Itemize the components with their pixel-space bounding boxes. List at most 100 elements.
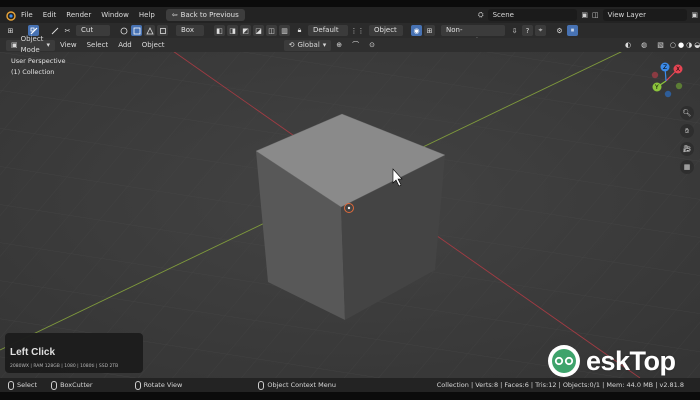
status-select: Select — [8, 380, 38, 390]
cube-icon-3[interactable]: ◩ — [240, 25, 251, 36]
menu-select[interactable]: Select — [82, 40, 114, 51]
menu-add[interactable]: Add — [113, 40, 137, 51]
circle-shape-icon[interactable] — [118, 25, 129, 36]
pivot-icon[interactable]: ⊕ — [331, 40, 347, 51]
tool-header: ⊞ ✂ Cut Box ◧ ◨ ◩ ◪ ◫ ▥ 🔒︎ Default ⋮⋮ Ob… — [0, 23, 700, 45]
view-layer-selector[interactable]: ◫ View Layer ▣ — [592, 9, 698, 21]
mouse-icon — [51, 380, 58, 390]
default-field[interactable]: Default — [308, 25, 348, 36]
xray-icon[interactable]: ▧ — [652, 40, 669, 51]
status-boxcutter: BoxCutter — [51, 380, 93, 390]
3d-viewport[interactable]: User Perspective (1) Collection X Y Z 🔍︎… — [0, 52, 700, 378]
snap-icon[interactable]: ⌒ — [347, 40, 364, 51]
menu-object[interactable]: Object — [137, 40, 170, 51]
shading-rendered-icon[interactable]: ◒ — [693, 40, 700, 51]
mouse-right-icon — [258, 380, 265, 390]
pause-icon[interactable]: ⏸ — [567, 25, 578, 36]
overlay-icon[interactable]: ◍ — [636, 40, 652, 51]
top-menubar: File Edit Render Window Help ⇦ Back to P… — [0, 7, 700, 23]
orientation-icon: ⟲ — [288, 40, 295, 49]
y-axis-label: Y — [654, 84, 659, 91]
blender-logo-icon[interactable] — [4, 9, 16, 21]
proportional-edit-icon[interactable]: ⊙ — [364, 40, 380, 51]
menu-window[interactable]: Window — [96, 7, 134, 23]
hand-pan-icon[interactable]: ✋︎ — [680, 124, 694, 138]
back-to-previous-label: Back to Previous — [180, 11, 239, 19]
scene-browse-icon[interactable]: ▣ — [581, 11, 588, 19]
cube-icon-6[interactable]: ▥ — [279, 25, 290, 36]
object-mode-icon: ▣ — [11, 40, 18, 49]
orientation-label: Global — [297, 40, 320, 49]
scene-icon: ⛭ — [478, 10, 484, 19]
menu-render[interactable]: Render — [61, 7, 96, 23]
screencast-keys-overlay: Left Click 2080WX | RAM 128GB | 1080 | 1… — [5, 333, 143, 373]
snap-settings-icon[interactable]: ⊞ — [424, 25, 435, 36]
help-icon[interactable]: ? — [522, 25, 533, 36]
watermark-text: eskTop — [586, 345, 676, 376]
left-click-label: Left Click — [10, 347, 56, 358]
hardware-specs-label: 2080WX | RAM 128GB | 1080 | 1080ti | SSD… — [10, 364, 119, 369]
view-layer-browse-icon[interactable]: ▣ — [691, 11, 698, 19]
watermark-logo-icon — [548, 345, 580, 377]
status-select-label: Select — [17, 381, 38, 389]
z-axis-label: Z — [663, 64, 667, 71]
collection-label: (1) Collection — [11, 68, 55, 76]
visibility-icon[interactable]: ◐ — [620, 40, 636, 51]
blue-toggle-icon[interactable]: ◉ — [411, 25, 422, 36]
status-rotate: Rotate View — [134, 380, 182, 390]
cursor-icon[interactable]: ⌖ — [535, 25, 546, 36]
x-axis-label: X — [676, 66, 680, 73]
chevron-down-icon: ▾ — [46, 40, 50, 49]
cube-icon-2[interactable]: ◨ — [227, 25, 238, 36]
cut-mode-field[interactable]: Cut — [76, 25, 110, 36]
grid-view-icon[interactable]: ▦ — [680, 160, 694, 174]
menu-help[interactable]: Help — [134, 7, 160, 23]
mouse-left-icon — [8, 380, 14, 390]
hops-icon[interactable] — [49, 25, 60, 36]
download-icon[interactable]: ⇩ — [509, 25, 520, 36]
mouse-middle-icon — [134, 380, 141, 390]
viewport-scene — [0, 52, 700, 378]
mode-dropdown[interactable]: ▣ Object Mode ▾ — [6, 35, 55, 54]
cube-icon-1[interactable]: ◧ — [214, 25, 225, 36]
object-field[interactable]: Object — [369, 25, 403, 36]
bottom-letterbox — [0, 392, 700, 400]
scene-stats: Collection | Verts:8 | Faces:6 | Tris:12… — [436, 381, 684, 389]
status-bar: Select BoxCutter Rotate View Object Cont… — [0, 378, 700, 392]
back-to-previous-button[interactable]: ⇦ Back to Previous — [165, 9, 245, 21]
mode-icon[interactable]: ✂ — [62, 25, 73, 36]
custom-shape-icon[interactable] — [157, 25, 168, 36]
zoom-icon[interactable]: 🔍︎ — [680, 106, 694, 120]
editor-type-icon[interactable]: ⊞ — [5, 25, 16, 36]
grid-icon[interactable]: ⋮⋮ — [351, 25, 365, 36]
camera-icon[interactable]: 🎥︎ — [680, 142, 694, 156]
view-layer-icon: ◫ — [592, 11, 599, 19]
ngon-shape-icon[interactable] — [144, 25, 155, 36]
desktop-watermark: eskTop — [546, 343, 676, 379]
back-icon: ⇦ — [171, 11, 178, 19]
status-boxcutter-label: BoxCutter — [60, 381, 93, 389]
scene-name-field[interactable]: Scene — [487, 9, 578, 21]
menu-edit[interactable]: Edit — [38, 7, 62, 23]
gear-icon[interactable]: ⚙ — [554, 25, 565, 36]
perspective-label: User Perspective — [11, 57, 66, 65]
menu-file[interactable]: File — [16, 7, 38, 23]
box-shape-icon[interactable] — [131, 25, 142, 36]
cube-icon-4[interactable]: ◪ — [253, 25, 264, 36]
shading-material-icon[interactable]: ◑ — [685, 40, 693, 51]
navigation-gizmo[interactable]: X Y Z — [648, 59, 688, 99]
non-destructive-field[interactable]: Non-Destructive — [441, 25, 505, 45]
top-letterbox — [0, 0, 700, 7]
orientation-dropdown[interactable]: ⟲ Global ▾ — [283, 39, 332, 51]
shape-field[interactable]: Box — [176, 25, 204, 36]
cube-icon-5[interactable]: ◫ — [266, 25, 277, 36]
scene-selector[interactable]: ⛭ Scene ▣ — [478, 9, 588, 21]
lock-icon[interactable]: 🔒︎ — [294, 25, 305, 36]
status-context: Object Context Menu — [258, 380, 336, 390]
chevron-down-icon: ▾ — [322, 40, 327, 49]
shading-solid-icon[interactable]: ● — [677, 40, 685, 51]
viewport-header: ▣ Object Mode ▾ View Select Add Object ⟲… — [0, 35, 700, 54]
view-layer-field[interactable]: View Layer — [602, 9, 688, 21]
menu-view[interactable]: View — [55, 40, 82, 51]
shading-wireframe-icon[interactable]: ○ — [669, 40, 677, 51]
